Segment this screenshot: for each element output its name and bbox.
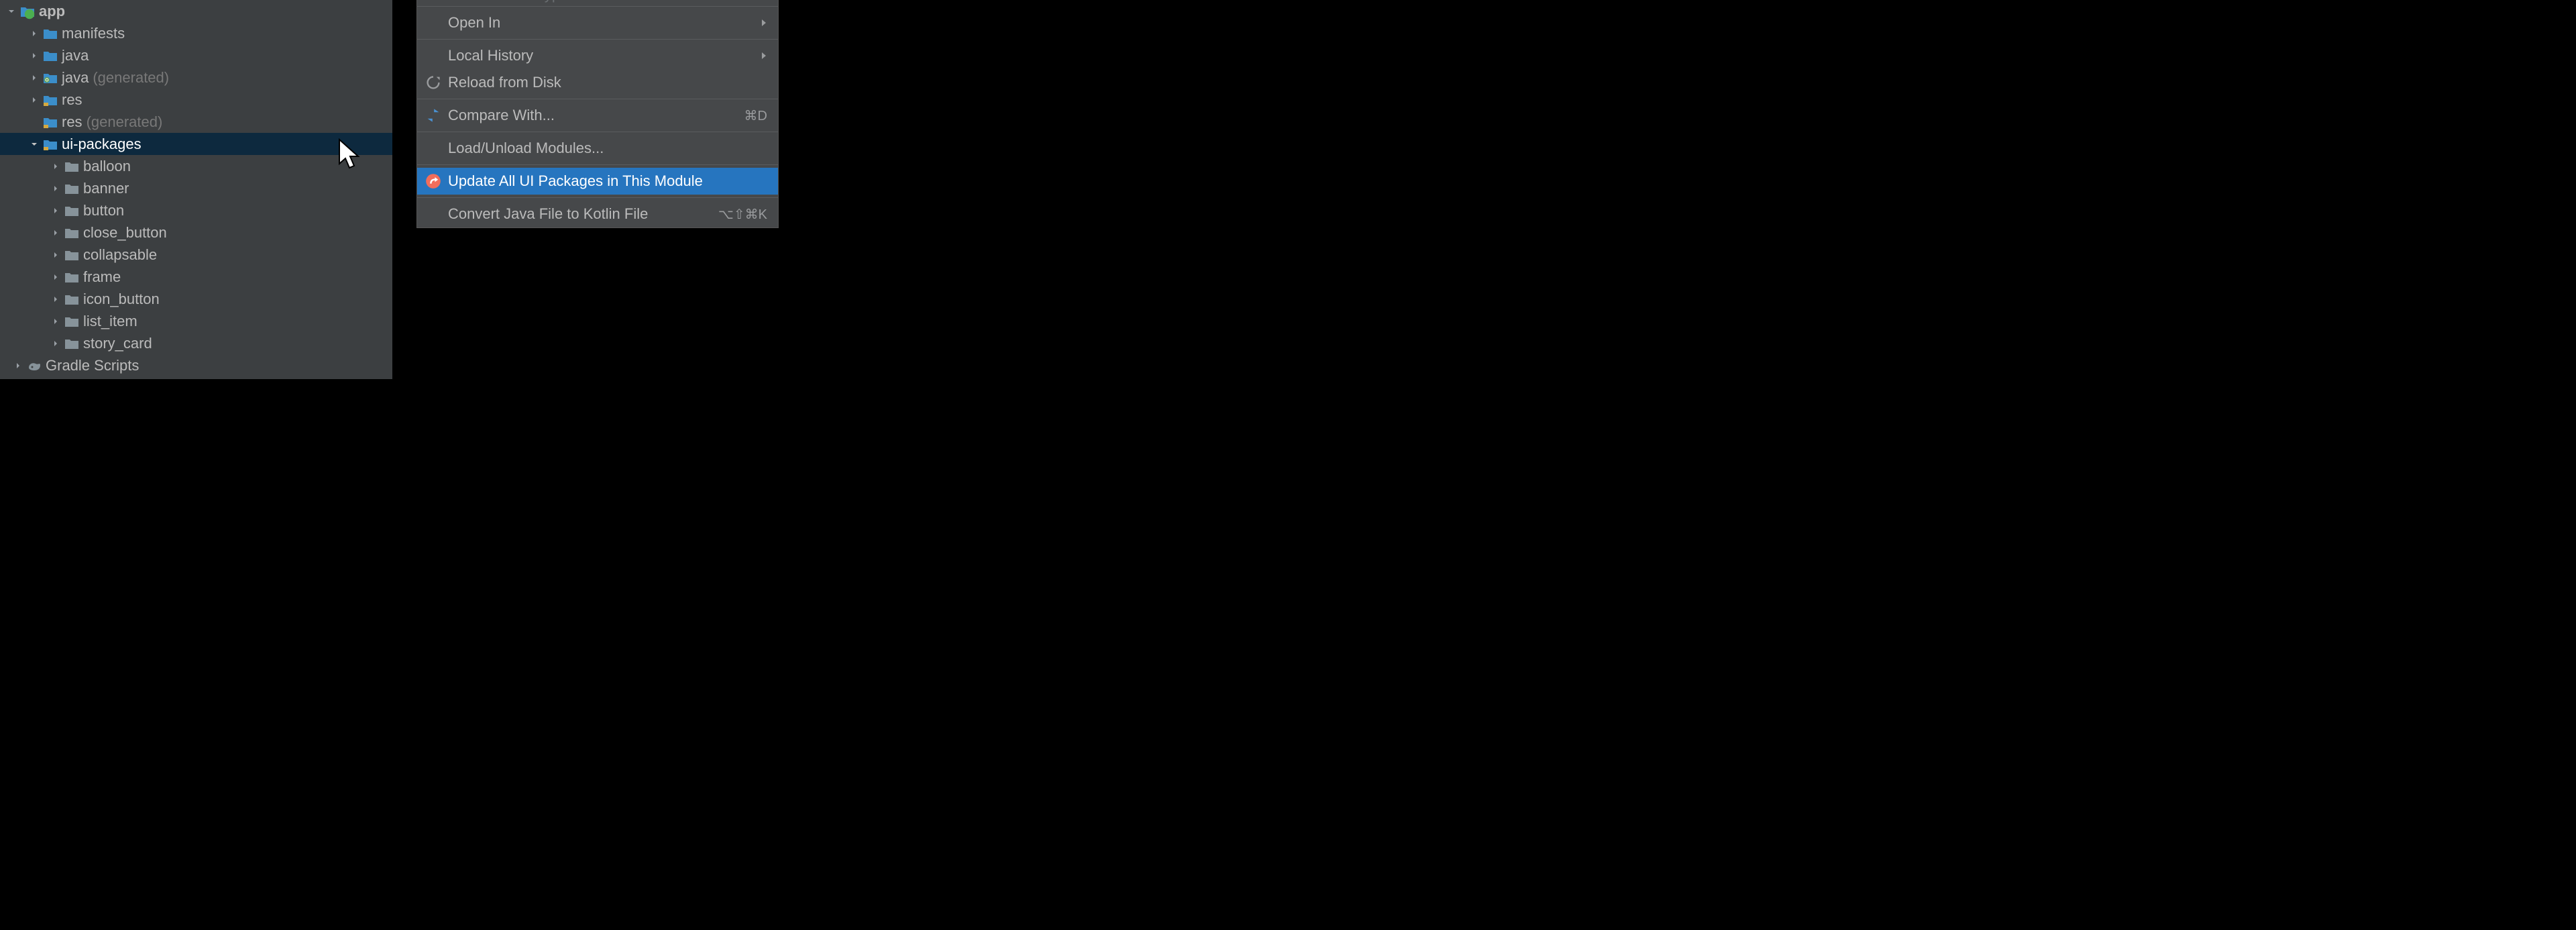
tree-label: list_item [83,313,137,330]
chevron-down-icon[interactable] [28,140,40,148]
chevron-right-icon[interactable] [28,52,40,60]
tree-node-frame[interactable]: frame [0,266,392,288]
tree-node-button[interactable]: button [0,199,392,221]
menu-separator [417,6,778,7]
menu-item-load-unload-modules[interactable]: Load/Unload Modules... [417,135,778,162]
module-folder-icon [20,5,35,17]
folder-icon [64,160,79,172]
menu-item-update-ui-packages[interactable]: Update All UI Packages in This Module [417,168,778,195]
tree-label: icon_button [83,291,160,308]
menu-item-compare-with[interactable]: Compare With... ⌘D [417,102,778,129]
menu-item-reload-from-disk[interactable]: Reload from Disk [417,69,778,96]
chevron-right-icon[interactable] [50,317,62,325]
generated-folder-icon [43,72,58,84]
tree-node-icon-button[interactable]: icon_button [0,288,392,310]
menu-separator [417,197,778,198]
tree-node-res-generated[interactable]: res (generated) [0,111,392,133]
tree-label: story_card [83,335,152,352]
folder-icon [43,28,58,40]
chevron-right-icon[interactable] [50,229,62,237]
menu-item-convert-java-to-kotlin[interactable]: Convert Java File to Kotlin File ⌥⇧⌘K [417,201,778,227]
tree-node-close-button[interactable]: close_button [0,221,392,244]
tree-node-ui-packages[interactable]: ui-packages [0,133,392,155]
menu-separator [417,39,778,40]
tree-label-suffix: (generated) [93,69,169,87]
chevron-right-icon[interactable] [50,295,62,303]
chevron-right-icon[interactable] [50,251,62,259]
chevron-right-icon[interactable] [50,273,62,281]
tree-label: collapsable [83,246,157,264]
resource-folder-icon [43,116,58,128]
tree-node-app[interactable]: app [0,0,392,22]
menu-label: Load/Unload Modules... [448,140,604,157]
tree-label: banner [83,180,129,197]
menu-shortcut: ⌘D [744,107,767,124]
chevron-right-icon[interactable] [28,74,40,82]
menu-item-override-file-type[interactable]: Override File Type [417,0,778,3]
menu-label: Local History [448,47,533,64]
tree-label: Gradle Scripts [46,357,139,374]
tree-label: button [83,202,124,219]
chevron-right-icon[interactable] [12,362,24,370]
tree-label: res [62,113,82,131]
menu-item-open-in[interactable]: Open In [417,9,778,36]
tree-label: java [62,47,89,64]
chevron-right-icon[interactable] [50,207,62,215]
menu-label: Convert Java File to Kotlin File [448,205,648,223]
menu-label: Compare With... [448,107,555,124]
menu-label: Override File Type [448,0,568,3]
menu-shortcut: ⌥⇧⌘K [718,206,767,223]
chevron-right-icon [761,47,767,64]
menu-label: Update All UI Packages in This Module [448,172,703,190]
project-tree-panel: app manifests java java (generated) [0,0,392,379]
chevron-right-icon[interactable] [50,340,62,348]
resource-folder-icon [43,94,58,106]
tree-label: manifests [62,25,125,42]
tree-node-gradle-scripts[interactable]: Gradle Scripts [0,354,392,376]
folder-icon [64,293,79,305]
relay-icon [425,173,441,189]
tree-label: frame [83,268,121,286]
tree-node-balloon[interactable]: balloon [0,155,392,177]
tree-node-collapsable[interactable]: collapsable [0,244,392,266]
tree-label: res [62,91,82,109]
context-menu: Override File Type Open In Local History… [416,0,779,228]
chevron-right-icon[interactable] [28,30,40,38]
gradle-icon [27,360,42,372]
tree-label: close_button [83,224,167,242]
tree-node-banner[interactable]: banner [0,177,392,199]
folder-icon [43,50,58,62]
reload-icon [425,74,441,91]
tree-node-java[interactable]: java [0,44,392,66]
tree-label: ui-packages [62,136,142,153]
tree-label: balloon [83,158,131,175]
tree-node-story-card[interactable]: story_card [0,332,392,354]
folder-icon [64,338,79,350]
chevron-right-icon[interactable] [28,96,40,104]
tree-node-list-item[interactable]: list_item [0,310,392,332]
menu-item-local-history[interactable]: Local History [417,42,778,69]
chevron-right-icon[interactable] [50,162,62,170]
folder-icon [64,249,79,261]
chevron-right-icon [761,14,767,32]
folder-icon [64,205,79,217]
tree-node-manifests[interactable]: manifests [0,22,392,44]
menu-separator [417,164,778,165]
chevron-down-icon[interactable] [5,7,17,15]
menu-label: Reload from Disk [448,74,561,91]
tree-node-res[interactable]: res [0,89,392,111]
folder-icon [64,227,79,239]
folder-icon [64,271,79,283]
tree-label: java [62,69,89,87]
resource-folder-icon [43,138,58,150]
folder-icon [64,315,79,327]
chevron-right-icon[interactable] [50,185,62,193]
tree-node-java-generated[interactable]: java (generated) [0,66,392,89]
menu-label: Open In [448,14,500,32]
tree-label: app [39,3,65,20]
folder-icon [64,183,79,195]
tree-label-suffix: (generated) [87,113,163,131]
compare-icon [425,107,441,123]
